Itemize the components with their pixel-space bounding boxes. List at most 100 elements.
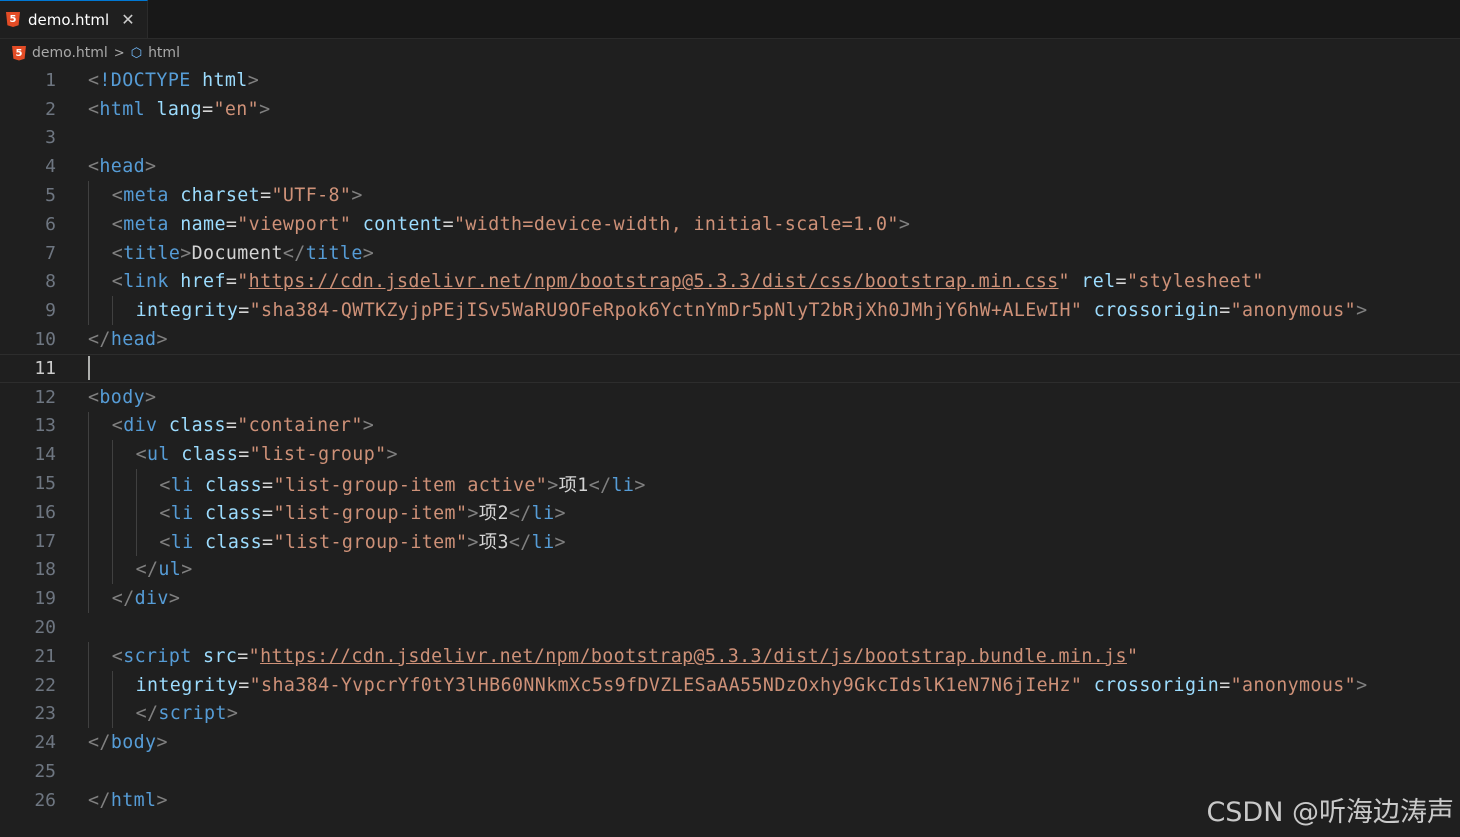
- code-token: Document: [191, 242, 283, 264]
- code-token: =: [262, 532, 274, 554]
- code-token: content: [362, 213, 443, 235]
- code-line[interactable]: 18 </ul>: [0, 555, 1460, 585]
- code-text: integrity="sha384-YvpcrYf0tY3lHB60NNkmXc…: [136, 675, 1368, 696]
- code-token: >: [554, 503, 566, 525]
- indent-guide: [135, 469, 137, 498]
- code-line[interactable]: 8 <link href="https://cdn.jsdelivr.net/np…: [0, 267, 1460, 297]
- code-token: ": [1058, 271, 1070, 293]
- code-token: =: [238, 300, 250, 322]
- indent-guide: [88, 584, 89, 614]
- code-token: <: [159, 503, 171, 525]
- code-token: class: [205, 503, 263, 525]
- code-token: meta: [123, 185, 169, 207]
- code-token: body: [110, 732, 157, 754]
- code-token: <: [88, 386, 100, 408]
- code-line[interactable]: 17 <li class="list-group-item">项3</li>: [0, 526, 1460, 556]
- code-line[interactable]: 25: [0, 757, 1460, 786]
- code-token: >: [1356, 674, 1368, 696]
- code-token: html: [202, 69, 248, 91]
- code-token: "list-group": [249, 444, 387, 466]
- code-token: https://cdn.jsdelivr.net/npm/bootstrap@5…: [248, 271, 1059, 293]
- code-line[interactable]: 22 integrity="sha384-YvpcrYf0tY3lHB60NNkm…: [0, 670, 1460, 700]
- code-line[interactable]: 4 <head>: [0, 152, 1460, 181]
- code-token: <: [159, 474, 171, 496]
- code-token: >: [247, 69, 260, 91]
- line-number: 26: [34, 789, 56, 811]
- code-text: <body>: [88, 387, 156, 408]
- code-text: <head>: [88, 156, 156, 177]
- code-line[interactable]: 11: [0, 353, 1460, 383]
- code-line[interactable]: 2 <html lang="en">: [0, 95, 1460, 124]
- code-line[interactable]: 3: [0, 124, 1460, 153]
- code-token: <: [88, 156, 100, 178]
- code-token: <: [111, 185, 124, 207]
- code-token: <: [88, 69, 100, 91]
- code-token: ul: [147, 444, 170, 466]
- code-line[interactable]: 21 <script src="https://cdn.jsdelivr.net/…: [0, 641, 1460, 671]
- code-token: </: [88, 732, 111, 754]
- breadcrumb-file[interactable]: demo.html: [32, 45, 108, 61]
- code-token: </: [135, 559, 159, 581]
- code-token: >: [362, 242, 375, 264]
- code-token: html: [99, 98, 146, 120]
- line-number: 8: [45, 271, 56, 293]
- code-token: ul: [158, 559, 182, 581]
- code-line[interactable]: 20: [0, 613, 1460, 642]
- code-text: </ul>: [136, 559, 193, 580]
- code-line[interactable]: 9 integrity="sha384-QWTKZyjpPEjISv5WaRU9O…: [0, 296, 1460, 326]
- breadcrumb-symbol[interactable]: html: [148, 45, 180, 61]
- code-token: =: [225, 271, 238, 293]
- code-token: lang: [156, 98, 203, 120]
- indent-guide: [88, 181, 89, 210]
- line-number: 6: [45, 213, 56, 235]
- code-token: !DOCTYPE: [99, 69, 191, 91]
- code-token: >: [156, 732, 168, 754]
- code-token: "anonymous": [1230, 300, 1357, 322]
- close-icon[interactable]: ✕: [121, 10, 134, 29]
- code-token: title: [305, 242, 363, 264]
- code-line[interactable]: 24 </body>: [0, 728, 1460, 757]
- code-text: </body>: [88, 732, 168, 753]
- code-line[interactable]: 5 <meta charset="UTF-8">: [0, 181, 1460, 210]
- indent-guide: [135, 497, 137, 527]
- code-line[interactable]: 13 <div class="container">: [0, 411, 1460, 441]
- code-token: </: [508, 532, 532, 554]
- code-token: >: [226, 703, 239, 725]
- code-token: >: [145, 156, 157, 178]
- code-token: <: [111, 271, 124, 293]
- code-line[interactable]: 23 </script>: [0, 699, 1460, 729]
- code-line[interactable]: 14 <ul class="list-group">: [0, 440, 1460, 470]
- indent-guide: [111, 699, 113, 729]
- code-token: "en": [213, 98, 260, 120]
- code-line[interactable]: 12 <body>: [0, 383, 1460, 412]
- line-number: 10: [34, 329, 56, 351]
- code-line[interactable]: 15 <li class="list-group-item active">项1<…: [0, 469, 1460, 498]
- code-token: ": [237, 271, 249, 293]
- code-line[interactable]: 16 <li class="list-group-item">项2</li>: [0, 497, 1460, 527]
- code-line[interactable]: 7 <title>Document</title>: [0, 238, 1460, 268]
- code-token: =: [238, 674, 250, 696]
- indent-guide: [111, 469, 113, 498]
- line-number: 24: [34, 732, 56, 754]
- code-line[interactable]: 10 </head>: [0, 325, 1460, 354]
- editor-tab-bar: 5 demo.html ✕: [0, 0, 1460, 39]
- line-number: 2: [45, 98, 56, 120]
- code-editor[interactable]: 1 <!DOCTYPE html> 2 <html lang="en"> 3 4 <head…: [0, 66, 1460, 837]
- code-token: integrity: [135, 674, 239, 696]
- code-text: <link href="https://cdn.jsdelivr.net/npm…: [112, 271, 1264, 292]
- line-number: 23: [34, 703, 56, 725]
- code-token: div: [123, 415, 158, 437]
- code-line[interactable]: 1 <!DOCTYPE html>: [0, 66, 1460, 95]
- code-token: "anonymous": [1230, 674, 1357, 696]
- tab-demo-html[interactable]: 5 demo.html ✕: [0, 0, 148, 38]
- code-text: <li class="list-group-item active">项1</l…: [159, 471, 645, 497]
- code-line[interactable]: 6 <meta name="viewport" content="width=de…: [0, 209, 1460, 239]
- code-line[interactable]: 19 </div>: [0, 584, 1460, 614]
- code-token: "UTF-8": [271, 185, 352, 207]
